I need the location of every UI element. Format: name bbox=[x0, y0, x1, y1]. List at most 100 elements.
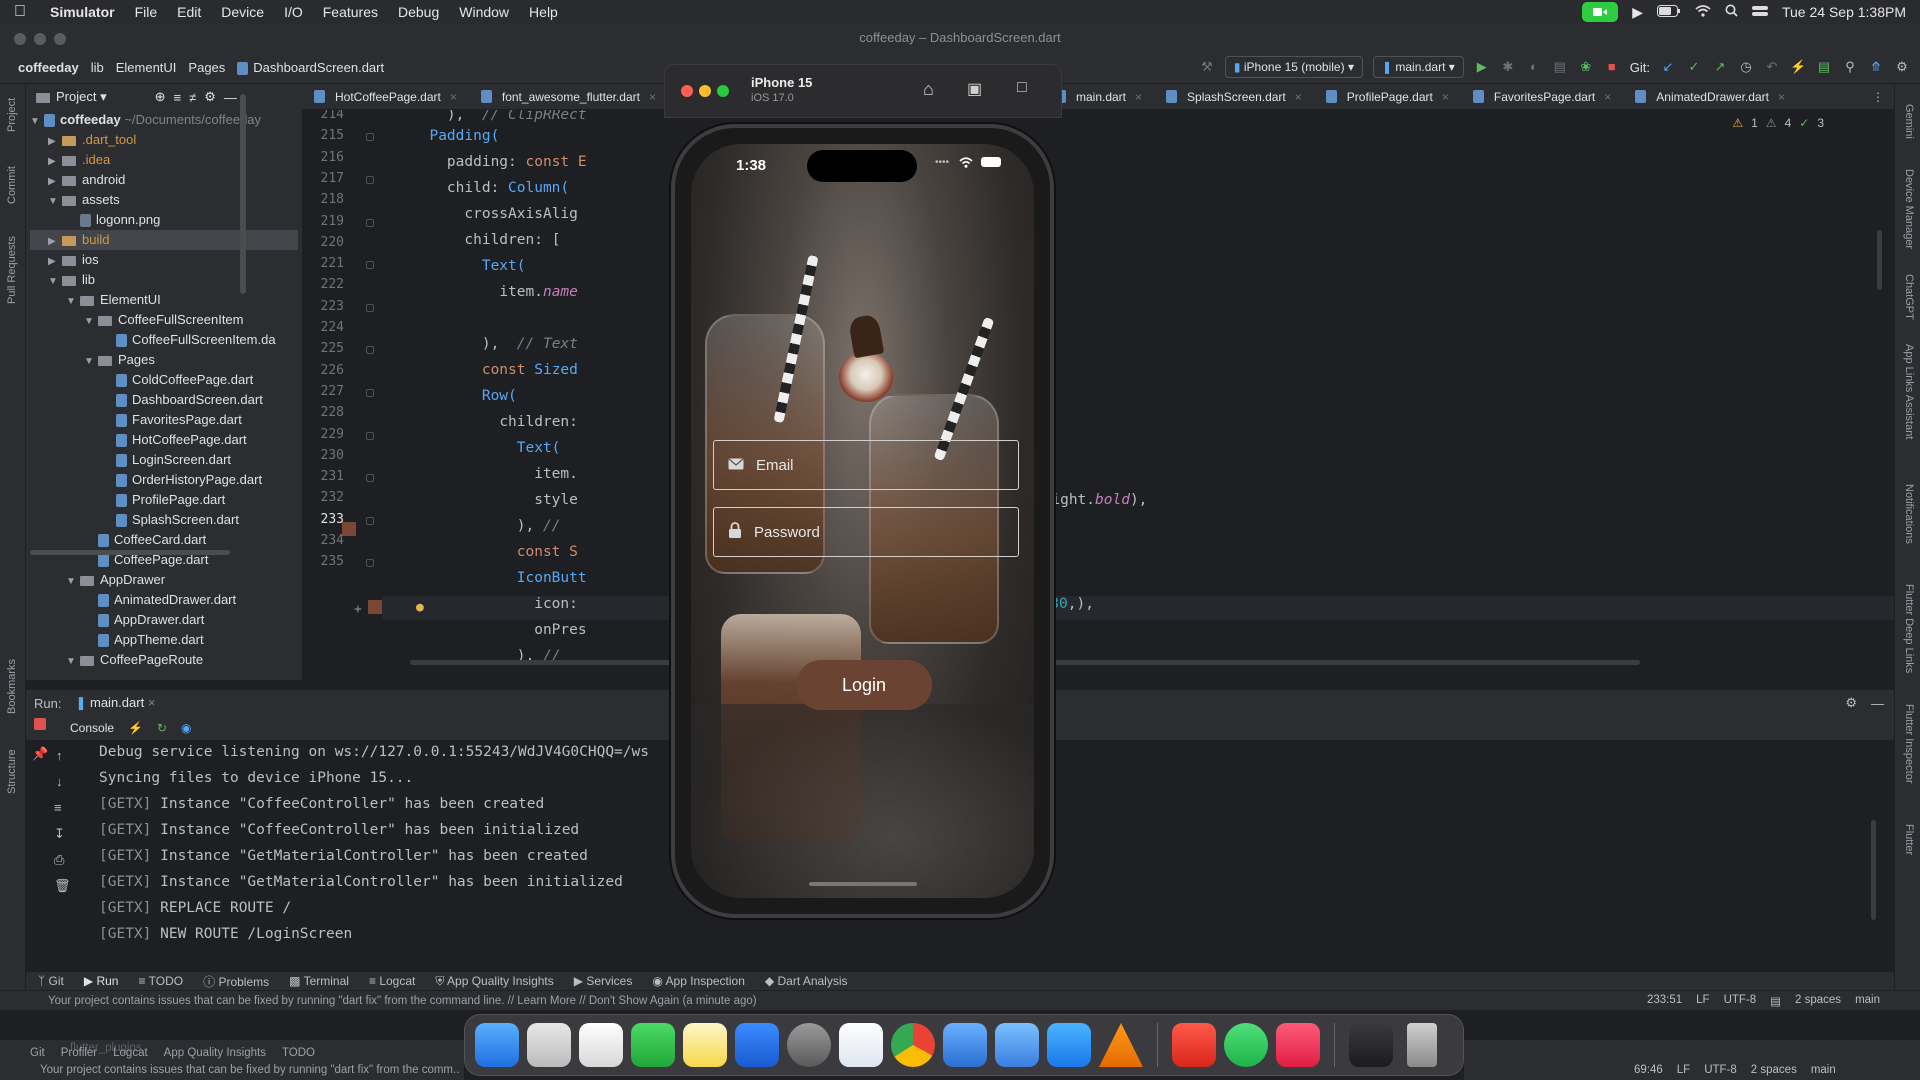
code-editor[interactable]: 214 215 216 217 218 219 220 221 222 223 224 225 226 2… bbox=[302, 110, 1894, 680]
tab-profilepage[interactable]: ProfilePage.dart × bbox=[1314, 90, 1461, 104]
recent-window-icon[interactable] bbox=[1349, 1023, 1393, 1067]
chevron-right-icon[interactable]: ▶ bbox=[48, 132, 62, 152]
fold-marker-icon[interactable] bbox=[366, 133, 374, 142]
tab-font-awesome[interactable]: font_awesome_flutter.dart × bbox=[469, 90, 668, 104]
console-tab[interactable]: Console bbox=[70, 721, 114, 735]
menu-help[interactable]: Help bbox=[519, 4, 568, 20]
finder-icon[interactable] bbox=[475, 1023, 519, 1067]
background-caret-position[interactable]: 69:46 bbox=[1634, 1064, 1663, 1076]
zoom-window-icon[interactable] bbox=[54, 33, 66, 45]
close-tab-icon[interactable]: × bbox=[450, 90, 457, 104]
tree-hscroll[interactable] bbox=[26, 550, 302, 556]
menu-debug[interactable]: Debug bbox=[388, 4, 449, 20]
line-separator[interactable]: LF bbox=[1696, 994, 1709, 1008]
tree-item[interactable]: AppDrawer.dart bbox=[30, 610, 298, 630]
chevron-right-icon[interactable]: ▶ bbox=[48, 152, 62, 172]
tree-item[interactable]: ▶ android bbox=[30, 170, 298, 190]
tool-window-gemini[interactable]: Gemini bbox=[1903, 104, 1915, 139]
close-tab-icon[interactable]: × bbox=[1295, 90, 1302, 104]
bottom-tool-app-quality[interactable]: ⛨ App Quality Insights bbox=[435, 974, 553, 989]
file-encoding[interactable]: UTF-8 bbox=[1724, 994, 1757, 1008]
tool-window-pull-requests[interactable]: Pull Requests bbox=[6, 236, 18, 304]
fold-marker-icon[interactable] bbox=[366, 303, 374, 312]
tool-window-structure[interactable]: Structure bbox=[6, 749, 18, 794]
tool-window-device-manager[interactable]: Device Manager bbox=[1903, 169, 1915, 249]
close-tab-icon[interactable]: × bbox=[1442, 90, 1449, 104]
readonly-lock-icon[interactable]: ▤ bbox=[1770, 994, 1781, 1008]
background-tool-todo[interactable]: TODO bbox=[282, 1047, 315, 1059]
run-gear-icon[interactable]: ⚙ bbox=[1845, 695, 1871, 711]
fold-marker-icon[interactable] bbox=[366, 388, 374, 397]
chevron-right-icon[interactable]: ▶ bbox=[48, 252, 62, 272]
menu-device[interactable]: Device bbox=[211, 4, 274, 20]
hide-run-icon[interactable]: — bbox=[1871, 696, 1894, 711]
chevron-down-icon[interactable]: ▼ bbox=[66, 652, 80, 672]
chevron-down-icon[interactable]: ▼ bbox=[84, 312, 98, 332]
bottom-tool-git[interactable]: ᛉ Git bbox=[38, 974, 64, 988]
breadcrumb-project[interactable]: coffeeday bbox=[12, 60, 85, 75]
device-selector[interactable]: ▮ iPhone 15 (mobile) ▾ bbox=[1224, 56, 1363, 78]
tree-item[interactable]: ▼ AppDrawer bbox=[30, 570, 298, 590]
notes-icon[interactable] bbox=[683, 1023, 727, 1067]
tool-window-app-links[interactable]: App Links Assistant bbox=[1903, 344, 1915, 439]
search-everywhere-icon[interactable]: ⚲ bbox=[1842, 59, 1858, 75]
menu-io[interactable]: I/O bbox=[274, 4, 313, 20]
pin-icon[interactable]: 📌 bbox=[32, 746, 48, 762]
tree-scrollbar[interactable] bbox=[240, 94, 246, 294]
vlc-icon[interactable] bbox=[1099, 1023, 1143, 1067]
spotlight-search-icon[interactable] bbox=[1725, 4, 1738, 20]
git-commit-icon[interactable]: ✓ bbox=[1686, 59, 1702, 75]
music-icon[interactable] bbox=[1276, 1023, 1320, 1067]
run-icon[interactable]: ▶ bbox=[1474, 59, 1490, 75]
tree-item[interactable]: CoffeeFullScreenItem.da bbox=[30, 330, 298, 350]
options-gear-icon[interactable]: ⚙ bbox=[204, 89, 216, 105]
background-indent[interactable]: 2 spaces bbox=[1751, 1064, 1797, 1076]
open-devtools-icon[interactable]: ◉ bbox=[181, 721, 191, 735]
xcode-icon[interactable] bbox=[943, 1023, 987, 1067]
indent-setting[interactable]: 2 spaces bbox=[1795, 994, 1841, 1008]
tree-item[interactable]: ▼ lib bbox=[30, 270, 298, 290]
close-tab-icon[interactable]: × bbox=[1778, 90, 1785, 104]
tree-item[interactable]: ▶ ios bbox=[30, 250, 298, 270]
bottom-tool-app-inspection[interactable]: ◉ App Inspection bbox=[652, 974, 745, 988]
git-history-icon[interactable]: ◷ bbox=[1738, 59, 1754, 75]
background-tool-app-quality[interactable]: App Quality Insights bbox=[164, 1047, 266, 1059]
control-center-icon[interactable] bbox=[1751, 4, 1768, 20]
hide-panel-icon[interactable]: — bbox=[224, 90, 237, 105]
bottom-tool-todo[interactable]: ≡ TODO bbox=[138, 974, 183, 988]
tree-root[interactable]: ▼ coffeeday ~/Documents/coffeeday bbox=[30, 110, 298, 130]
background-line-separator[interactable]: LF bbox=[1677, 1064, 1690, 1076]
background-branch[interactable]: main bbox=[1811, 1064, 1836, 1076]
fold-marker-icon[interactable] bbox=[366, 346, 374, 355]
bottom-tool-problems[interactable]: ⓘ Problems bbox=[203, 973, 269, 990]
chevron-down-icon[interactable]: ▼ bbox=[48, 272, 62, 292]
tab-animateddrawer[interactable]: AnimatedDrawer.dart × bbox=[1623, 90, 1797, 104]
bottom-tool-logcat[interactable]: ≡ Logcat bbox=[369, 974, 415, 988]
status-message[interactable]: Your project contains issues that can be… bbox=[48, 995, 757, 1007]
hot-reload-icon[interactable]: ⚡ bbox=[1790, 59, 1806, 75]
tree-item[interactable]: ▼ ElementUI bbox=[30, 290, 298, 310]
password-field[interactable]: Password bbox=[713, 507, 1019, 557]
breadcrumb-lib[interactable]: lib bbox=[85, 60, 110, 75]
tool-window-project[interactable]: Project bbox=[6, 98, 18, 132]
bottom-tool-services[interactable]: ▶ Services bbox=[574, 974, 633, 988]
menu-features[interactable]: Features bbox=[313, 4, 388, 20]
git-push-icon[interactable]: ↗ bbox=[1712, 59, 1728, 75]
tree-item[interactable]: ▼ CoffeeFullScreenItem bbox=[30, 310, 298, 330]
chevron-right-icon[interactable]: ▶ bbox=[48, 232, 62, 252]
minimize-window-icon[interactable] bbox=[34, 33, 46, 45]
wifi-icon[interactable] bbox=[1695, 4, 1711, 20]
background-tool-git[interactable]: Git bbox=[30, 1047, 45, 1059]
tree-item[interactable]: ▶ build bbox=[30, 230, 298, 250]
tool-window-flutter-inspector[interactable]: Flutter Inspector bbox=[1903, 704, 1915, 783]
chevron-right-icon[interactable]: ▶ bbox=[48, 172, 62, 192]
clear-console-icon[interactable]: 🗑 bbox=[54, 878, 71, 894]
background-tool-logcat[interactable]: Logcat bbox=[113, 1047, 148, 1059]
tree-item[interactable]: ▶ .idea bbox=[30, 150, 298, 170]
chevron-down-icon[interactable]: ▼ bbox=[48, 192, 62, 212]
attach-debugger-icon[interactable]: ❀ bbox=[1578, 59, 1594, 75]
run-config-tab[interactable]: ❚ main.dart × bbox=[75, 695, 155, 711]
tree-item[interactable]: ▼ CoffeePageRoute bbox=[30, 650, 298, 670]
add-gutter-icon[interactable]: + bbox=[354, 602, 362, 617]
tool-window-flutter-deep-links[interactable]: Flutter Deep Links bbox=[1903, 584, 1915, 673]
